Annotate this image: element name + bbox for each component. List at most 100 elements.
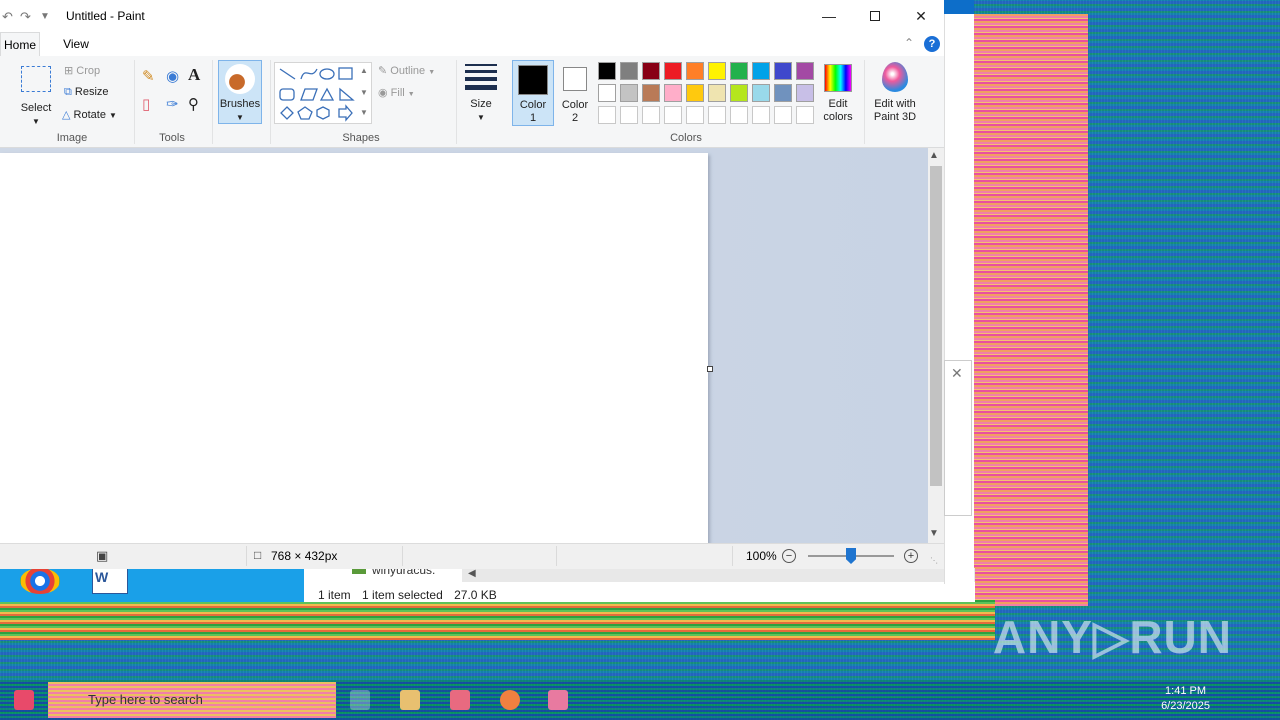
explorer-nav-pane: W [0, 568, 304, 602]
firefox-icon[interactable] [500, 690, 520, 710]
eraser-icon[interactable]: ▯ [142, 97, 150, 112]
zoom-in-button[interactable]: + [904, 549, 918, 563]
chrome-icon[interactable] [20, 568, 60, 594]
shapes-expand-icon[interactable]: ▼ [360, 108, 368, 117]
shapes-scroll-down-icon[interactable]: ▼ [360, 88, 368, 97]
rotate-button[interactable]: △ Rotate ▼ [62, 108, 117, 121]
palette-swatch[interactable] [620, 84, 638, 102]
scroll-up-icon[interactable]: ▲ [929, 150, 939, 161]
dialog-fragment: ✕ [944, 360, 972, 516]
palette-swatch[interactable] [774, 84, 792, 102]
palette-swatch[interactable] [730, 84, 748, 102]
maximize-button[interactable] [852, 0, 898, 32]
edit-with-paint3d-button[interactable]: Edit with Paint 3D [868, 62, 922, 124]
palette-custom-swatch[interactable] [620, 106, 638, 124]
palette-swatch[interactable] [730, 62, 748, 80]
fill-button[interactable]: ◉ Fill ▼ [378, 86, 415, 99]
text-tool-icon[interactable]: A [188, 66, 200, 83]
collapse-ribbon-icon[interactable]: ⌃ [904, 36, 914, 50]
palette-swatch[interactable] [686, 62, 704, 80]
palette-custom-swatch[interactable] [664, 106, 682, 124]
palette-swatch[interactable] [708, 84, 726, 102]
vertical-scroll-thumb[interactable] [930, 166, 942, 486]
resize-button[interactable]: ⧉ Resize [64, 86, 109, 99]
color2-button[interactable]: Color 2 [558, 62, 592, 125]
minimize-button[interactable]: — [806, 0, 852, 32]
group-label-shapes: Shapes [342, 132, 380, 144]
palette-swatch[interactable] [598, 62, 616, 80]
paint-taskbar-icon[interactable] [548, 690, 568, 710]
palette-swatch[interactable] [796, 84, 814, 102]
explorer-hscrollbar[interactable]: ◀ [462, 568, 975, 582]
customize-qat-icon[interactable]: ▼ [40, 11, 50, 22]
redo-icon[interactable]: ↷ [20, 9, 31, 25]
palette-swatch[interactable] [774, 62, 792, 80]
outline-icon: ✎ [378, 65, 388, 77]
crop-button[interactable]: ⊞ Crop [64, 64, 100, 77]
scroll-down-icon[interactable]: ▼ [929, 528, 939, 539]
window-title: Untitled - Paint [66, 9, 145, 23]
palette-swatch[interactable] [708, 62, 726, 80]
minus-icon: − [785, 550, 793, 562]
drawing-canvas[interactable] [0, 153, 708, 543]
pencil-icon[interactable]: ✎ [142, 69, 155, 84]
brushes-button[interactable]: Brushes ▼ [218, 60, 262, 124]
palette-swatch[interactable] [620, 62, 638, 80]
minimize-icon: — [822, 8, 836, 24]
palette-custom-swatch[interactable] [642, 106, 660, 124]
palette-swatch[interactable] [664, 62, 682, 80]
zoom-out-button[interactable]: − [782, 549, 796, 563]
palette-swatch[interactable] [752, 62, 770, 80]
item-count: 1 item [318, 588, 351, 602]
file-explorer-icon[interactable] [400, 690, 420, 710]
plus-icon: + [907, 550, 915, 562]
ribbon-separator [864, 60, 865, 144]
palette-custom-swatch[interactable] [598, 106, 616, 124]
select-button[interactable]: Select ▼ [16, 62, 56, 128]
outline-button[interactable]: ✎ Outline ▼ [378, 64, 435, 77]
close-icon: ✕ [915, 7, 927, 24]
word-icon[interactable]: W [92, 568, 128, 594]
store-icon[interactable] [450, 690, 470, 710]
taskbar-clock[interactable]: 1:41 PM 6/23/2025 [1161, 684, 1210, 714]
group-label-colors: Colors [670, 132, 702, 144]
brush-icon [225, 64, 255, 94]
fill-bucket-icon[interactable]: ◉ [166, 69, 179, 84]
desktop-noise-band [0, 600, 995, 640]
palette-swatch[interactable] [752, 84, 770, 102]
size-button[interactable]: Size ▼ [462, 62, 500, 124]
tab-home[interactable]: Home [0, 32, 40, 56]
palette-swatch[interactable] [796, 62, 814, 80]
taskbar-search[interactable]: Type here to search [48, 682, 336, 718]
close-icon[interactable]: ✕ [951, 365, 963, 382]
edit-colors-button[interactable]: Edit colors [818, 62, 858, 124]
palette-swatch[interactable] [598, 84, 616, 102]
magnifier-icon[interactable]: ⚲ [188, 97, 199, 112]
palette-custom-swatch[interactable] [686, 106, 704, 124]
palette-swatch[interactable] [642, 84, 660, 102]
help-icon[interactable]: ? [924, 36, 940, 52]
palette-swatch[interactable] [686, 84, 704, 102]
palette-custom-swatch[interactable] [796, 106, 814, 124]
close-button[interactable]: ✕ [898, 0, 944, 32]
task-view-icon[interactable] [350, 690, 370, 710]
palette-custom-swatch[interactable] [708, 106, 726, 124]
tab-view[interactable]: View [56, 32, 96, 56]
color1-button[interactable]: Color 1 [512, 60, 554, 126]
palette-custom-swatch[interactable] [730, 106, 748, 124]
resize-grip-icon[interactable]: ⋱ [930, 556, 938, 565]
shapes-icons [279, 67, 355, 122]
undo-icon[interactable]: ↶ [2, 9, 13, 25]
palette-custom-swatch[interactable] [774, 106, 792, 124]
palette-custom-swatch[interactable] [752, 106, 770, 124]
color-picker-icon[interactable]: ✑ [166, 97, 179, 112]
shapes-gallery[interactable] [274, 62, 372, 124]
palette-swatch[interactable] [642, 62, 660, 80]
canvas-resize-handle[interactable] [707, 366, 713, 372]
start-icon[interactable] [14, 690, 34, 710]
canvas-size-icon: □ [254, 548, 262, 562]
zoom-level: 100% [746, 549, 777, 563]
shapes-scroll-up-icon[interactable]: ▲ [360, 66, 368, 75]
status-separator [402, 546, 403, 566]
palette-swatch[interactable] [664, 84, 682, 102]
